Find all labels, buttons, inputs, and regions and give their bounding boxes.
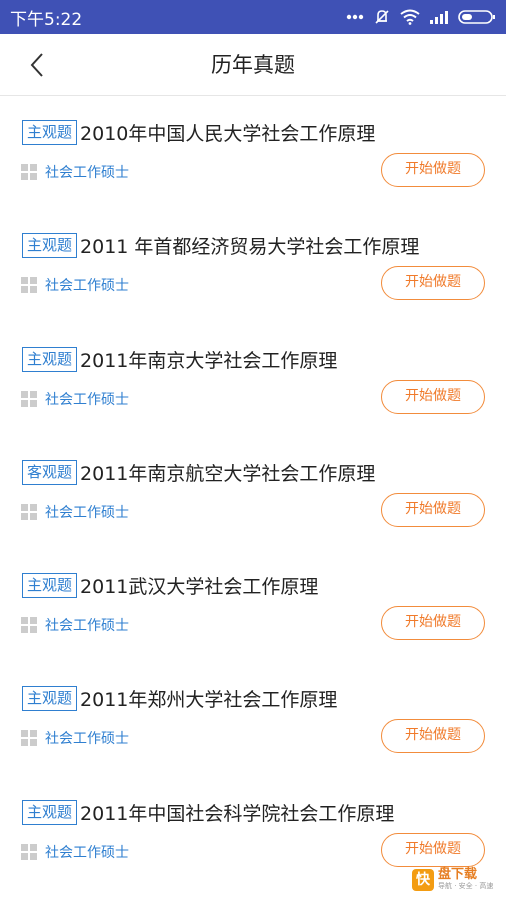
- category-label: 社会工作硕士: [45, 391, 129, 408]
- item-title-row: 主观题 2011武汉大学社会工作原理: [22, 572, 318, 599]
- item-meta: 社会工作硕士: [21, 275, 129, 295]
- list-item[interactable]: 主观题 2011年郑州大学社会工作原理社会工作硕士 开始做题: [0, 662, 506, 775]
- question-type-tag: 主观题: [22, 573, 78, 599]
- back-button[interactable]: [20, 48, 54, 82]
- question-type-tag: 主观题: [22, 120, 78, 145]
- list-item[interactable]: 客观题 2011年南京航空大学社会工作原理社会工作硕士 开始做题: [0, 436, 506, 549]
- item-meta: 社会工作硕士: [21, 502, 129, 522]
- start-practice-button[interactable]: 开始做题: [381, 153, 485, 187]
- signal-icon: [430, 11, 448, 24]
- category-grid-icon: [21, 503, 37, 520]
- list-item[interactable]: 主观题 2011 年首都经济贸易大学社会工作原理社会工作硕士 开始做题: [0, 209, 506, 322]
- question-type-tag: 主观题: [22, 799, 78, 825]
- watermark-sub: 导航 · 安全 · 高速: [438, 882, 494, 890]
- item-title[interactable]: 2011武汉大学社会工作原理: [80, 572, 318, 599]
- item-title-row: 客观题 2011年南京航空大学社会工作原理: [22, 459, 375, 486]
- watermark-logo: 快: [412, 868, 434, 891]
- start-practice-button[interactable]: 开始做题: [381, 832, 485, 867]
- item-title[interactable]: 2010年中国人民大学社会工作原理: [80, 119, 375, 146]
- category-grid-icon: [21, 390, 37, 407]
- status-icons: [346, 8, 496, 26]
- category-grid-icon: [21, 843, 37, 860]
- category-label: 社会工作硕士: [45, 618, 129, 635]
- item-title-row: 主观题 2010年中国人民大学社会工作原理: [22, 119, 375, 146]
- watermark-main: 盘下载: [438, 867, 478, 882]
- item-title-row: 主观题 2011 年首都经济贸易大学社会工作原理: [22, 232, 419, 259]
- item-title-row: 主观题 2011年中国社会科学院社会工作原理: [22, 799, 394, 826]
- category-label: 社会工作硕士: [45, 844, 129, 861]
- status-bar: 下午5:22: [0, 0, 506, 34]
- item-meta: 社会工作硕士: [21, 842, 129, 862]
- list-item[interactable]: 主观题 2011武汉大学社会工作原理社会工作硕士 开始做题: [0, 549, 506, 662]
- list-item[interactable]: 主观题 2011年南京大学社会工作原理社会工作硕士 开始做题: [0, 323, 506, 436]
- category-grid-icon: [21, 277, 37, 294]
- category-grid-icon: [21, 730, 37, 747]
- question-type-tag: 客观题: [22, 459, 78, 485]
- more-dots-icon: [346, 14, 364, 20]
- question-type-tag: 主观题: [22, 233, 78, 259]
- item-meta: 社会工作硕士: [21, 162, 129, 182]
- start-practice-button[interactable]: 开始做题: [381, 606, 485, 641]
- start-practice-button[interactable]: 开始做题: [381, 266, 485, 301]
- item-title[interactable]: 2011年南京大学社会工作原理: [80, 346, 337, 373]
- item-title[interactable]: 2011年郑州大学社会工作原理: [80, 685, 337, 712]
- item-title[interactable]: 2011年南京航空大学社会工作原理: [80, 459, 375, 486]
- start-practice-button[interactable]: 开始做题: [381, 492, 485, 527]
- category-label: 社会工作硕士: [45, 731, 129, 748]
- start-practice-button[interactable]: 开始做题: [381, 379, 485, 414]
- item-meta: 社会工作硕士: [21, 389, 129, 409]
- category-grid-icon: [21, 164, 37, 180]
- mute-icon: [375, 10, 389, 24]
- start-practice-button[interactable]: 开始做题: [381, 719, 485, 754]
- battery-icon: [458, 10, 495, 24]
- chevron-left-icon: [30, 53, 43, 77]
- category-label: 社会工作硕士: [45, 504, 129, 521]
- item-title[interactable]: 2011 年首都经济贸易大学社会工作原理: [80, 232, 419, 259]
- category-grid-icon: [21, 617, 37, 634]
- page-title: 历年真题: [211, 53, 295, 77]
- wifi-icon: [400, 9, 420, 25]
- question-type-tag: 主观题: [22, 346, 78, 372]
- nav-bar: 历年真题: [0, 34, 506, 96]
- item-title-row: 主观题 2011年郑州大学社会工作原理: [22, 685, 337, 712]
- item-meta: 社会工作硕士: [21, 728, 129, 748]
- list-item[interactable]: 主观题 2010年中国人民大学社会工作原理社会工作硕士 开始做题: [0, 96, 506, 209]
- category-label: 社会工作硕士: [45, 165, 129, 181]
- item-title-row: 主观题 2011年南京大学社会工作原理: [22, 346, 337, 373]
- status-time: 下午5:22: [10, 9, 83, 30]
- watermark: 快 盘下载 导航 · 安全 · 高速: [412, 868, 493, 891]
- category-label: 社会工作硕士: [45, 278, 129, 295]
- exam-list: 主观题 2010年中国人民大学社会工作原理 社会工作硕士 开始做题 主观题 2011 年首…: [0, 96, 506, 889]
- question-type-tag: 主观题: [22, 686, 78, 712]
- item-meta: 社会工作硕士: [21, 615, 129, 635]
- item-title[interactable]: 2011年中国社会科学院社会工作原理: [80, 799, 394, 826]
